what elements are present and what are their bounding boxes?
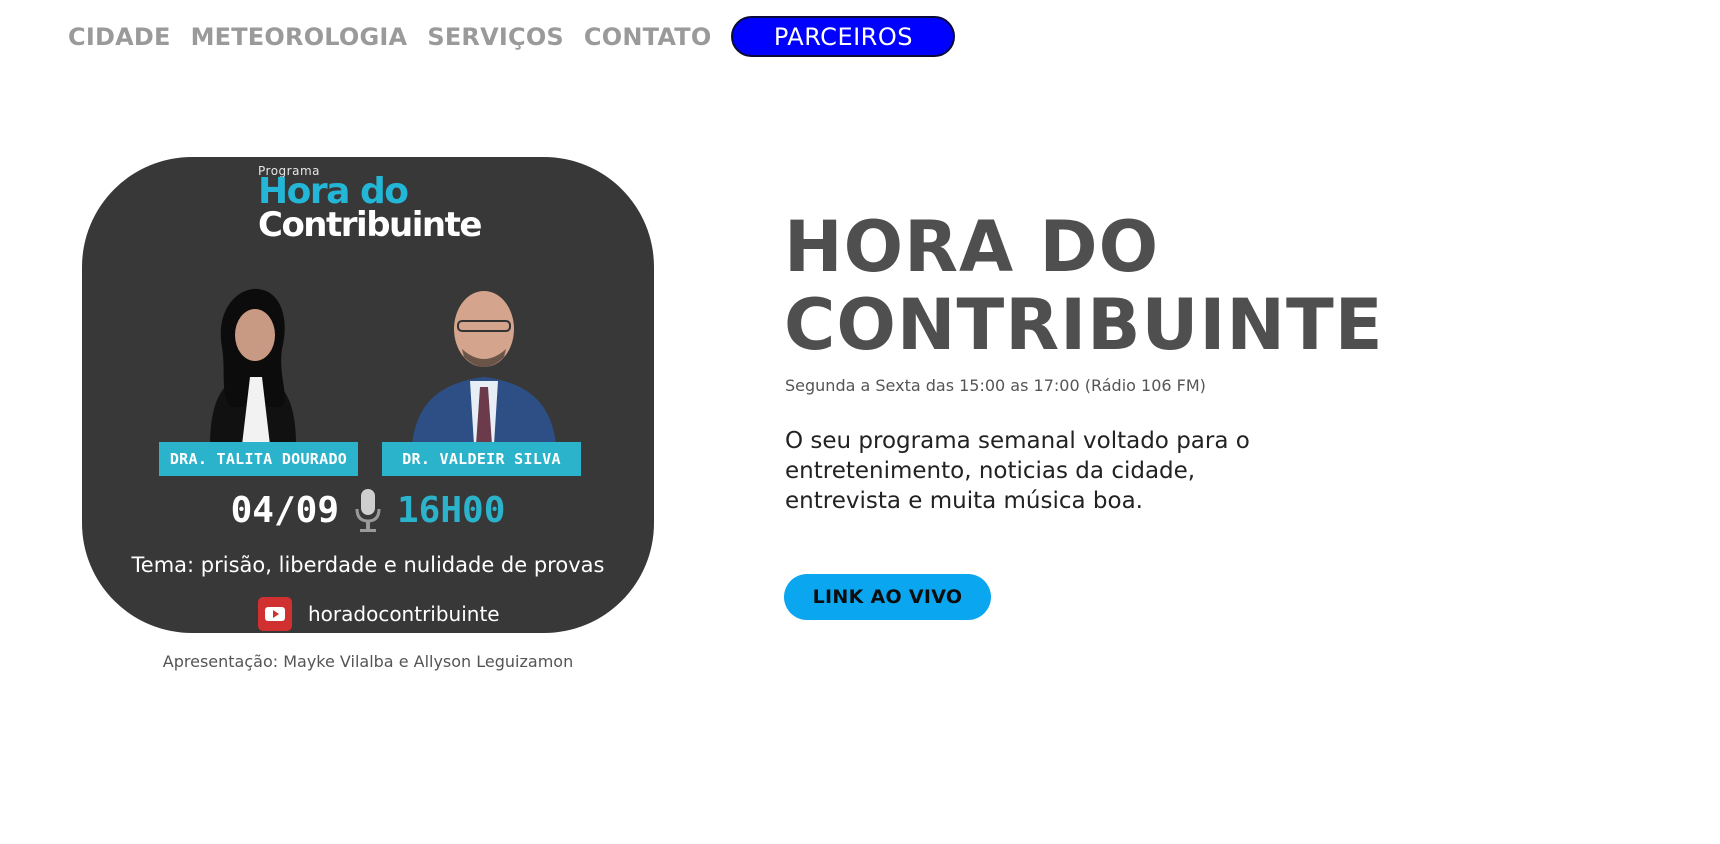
promo-time: 16H00: [397, 489, 506, 531]
promo-title-line2: Contribuinte: [258, 205, 482, 245]
nav-link-meteorologia[interactable]: METEOROLOGIA: [191, 17, 408, 57]
youtube-icon: [258, 597, 292, 631]
page: CIDADE METEOROLOGIA SERVIÇOS CONTATO PAR…: [0, 0, 1720, 844]
page-title-line2: CONTRIBUINTE: [784, 284, 1384, 366]
program-description: O seu programa semanal voltado para o en…: [785, 428, 1250, 514]
promo-theme: Tema: prisão, liberdade e nulidade de pr…: [131, 553, 605, 577]
page-title-line1: HORA DO: [784, 206, 1160, 288]
nav-link-cidade[interactable]: CIDADE: [68, 17, 171, 57]
nav-link-servicos[interactable]: SERVIÇOS: [427, 17, 564, 57]
microphone-icon: [355, 489, 381, 532]
program-promo-image: Programa Hora do Contribuinte DRA. TALIT…: [82, 157, 654, 633]
host-tag-right: DR. VALDEIR SILVA: [382, 442, 581, 476]
parceiros-button[interactable]: PARCEIROS: [731, 16, 956, 57]
live-link-button[interactable]: LINK AO VIVO: [784, 574, 991, 620]
host-tag-left: DRA. TALITA DOURADO: [159, 442, 358, 476]
schedule-text: Segunda a Sexta das 15:00 as 17:00 (Rádi…: [785, 376, 1206, 395]
promo-date-row: 04/09 16H00: [82, 487, 654, 533]
promo-channel: horadocontribuinte: [258, 597, 500, 631]
presenters-caption: Apresentação: Mayke Vilalba e Allyson Le…: [162, 652, 574, 671]
host-photo-right: [412, 291, 556, 445]
nav-link-contato[interactable]: CONTATO: [584, 17, 712, 57]
host-photo-left: [210, 288, 296, 445]
page-title: HORA DO CONTRIBUINTE: [784, 208, 1484, 364]
promo-channel-name: horadocontribuinte: [308, 602, 500, 626]
main-nav: CIDADE METEOROLOGIA SERVIÇOS CONTATO PAR…: [68, 16, 956, 57]
promo-date: 04/09: [230, 489, 339, 531]
